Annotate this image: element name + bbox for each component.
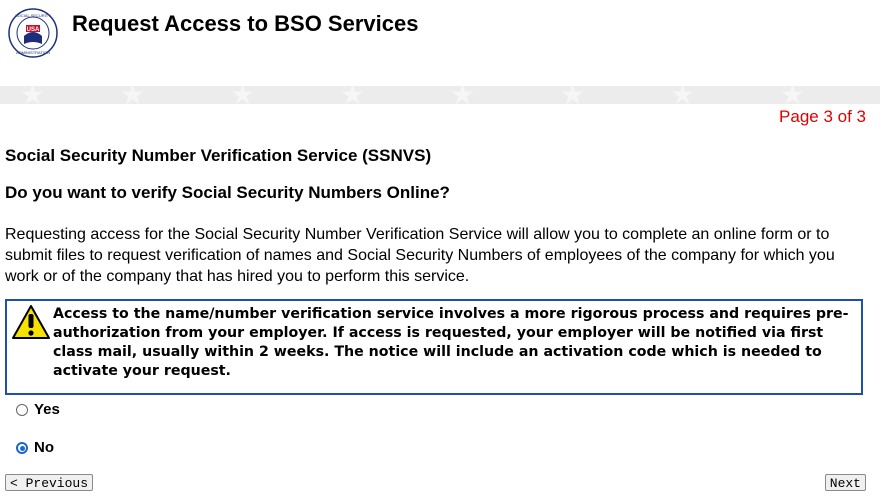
section-title: Social Security Number Verification Serv…	[5, 146, 432, 165]
no-label: No	[34, 439, 54, 456]
page-title: Request Access to BSO Services	[72, 11, 419, 36]
svg-text:ADMINISTRATION: ADMINISTRATION	[16, 50, 50, 55]
yes-label: Yes	[34, 401, 60, 418]
no-radio[interactable]	[16, 441, 28, 454]
question-heading: Do you want to verify Social Security Nu…	[5, 183, 450, 202]
previous-button[interactable]: < Previous	[5, 474, 94, 491]
warning-icon	[12, 305, 50, 339]
page-indicator: Page 3 of 3	[779, 107, 866, 126]
yes-radio[interactable]	[16, 403, 28, 416]
svg-text:SOCIAL SECURITY: SOCIAL SECURITY	[15, 13, 51, 18]
warning-box: Access to the name/number verification s…	[5, 299, 863, 395]
description-text: Requesting access for the Social Securit…	[5, 226, 835, 285]
option-yes[interactable]: Yes	[16, 401, 60, 418]
svg-text:USA: USA	[27, 27, 40, 33]
warning-text: Access to the name/number verification s…	[53, 306, 849, 379]
option-no[interactable]: No	[16, 439, 54, 456]
next-button[interactable]: Next	[824, 474, 866, 491]
ssa-seal-logo: USA SOCIAL SECURITY ADMINISTRATION	[8, 8, 58, 58]
decorative-banner: ★ ★ ★ ★ ★ ★ ★ ★	[0, 86, 880, 104]
header: USA SOCIAL SECURITY ADMINISTRATION Reque…	[0, 0, 880, 86]
